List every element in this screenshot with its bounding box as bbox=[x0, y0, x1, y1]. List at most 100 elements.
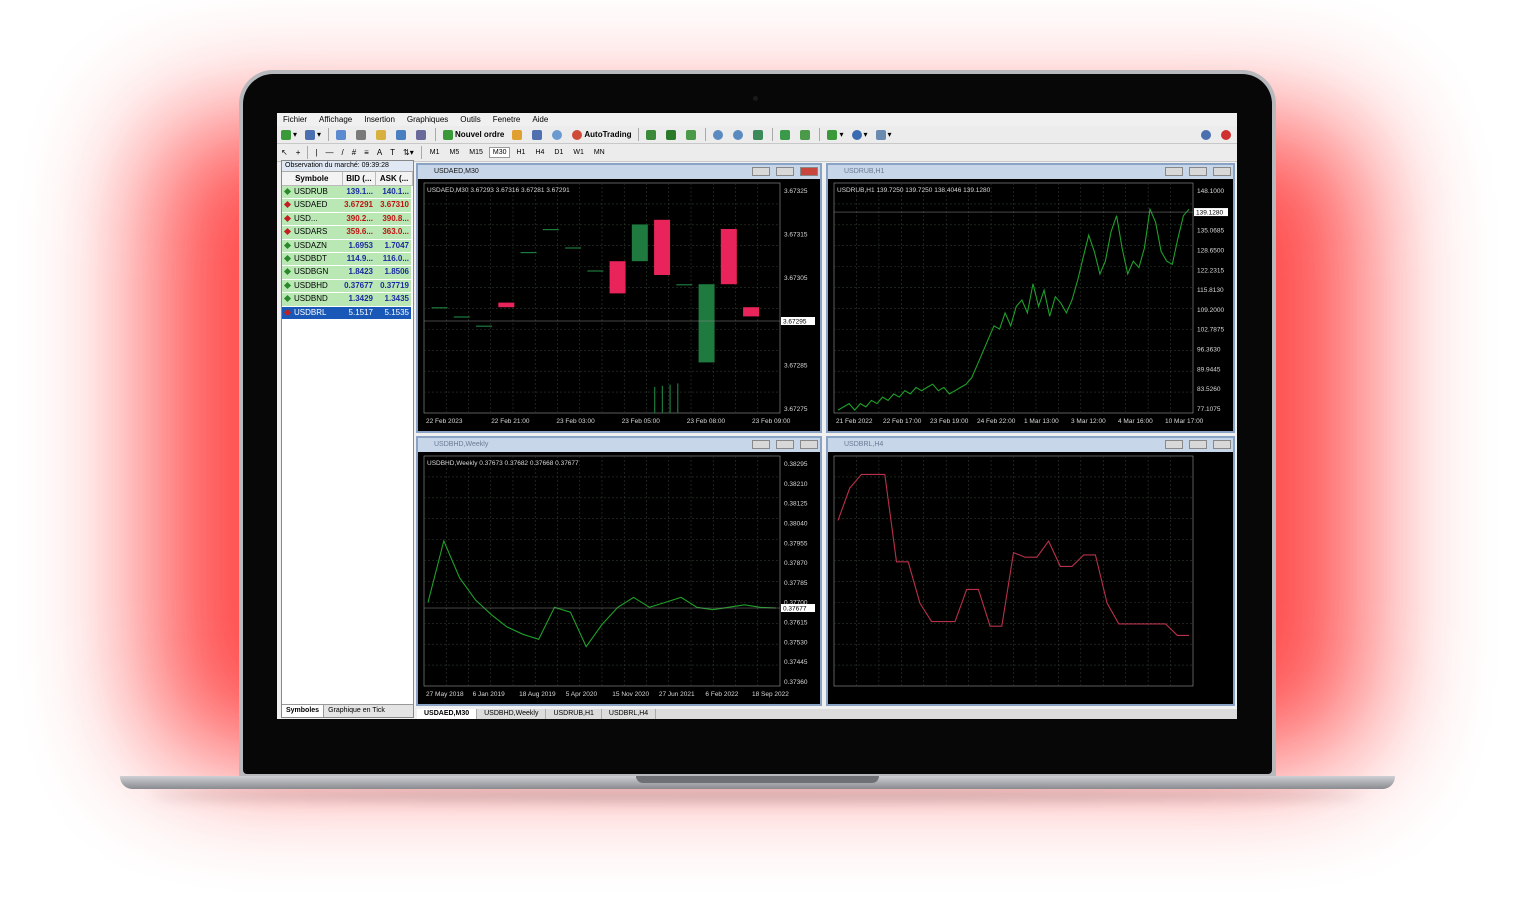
candle bbox=[520, 252, 537, 254]
horizontal-line-tool[interactable]: — bbox=[323, 146, 335, 159]
menu-graphiques[interactable]: Graphiques bbox=[401, 115, 454, 124]
candles-icon bbox=[666, 129, 677, 140]
usdaed-chart-canvas[interactable]: USDAED,M30 3.67293 3.67316 3.67281 3.672… bbox=[418, 179, 820, 431]
timeframe-w1[interactable]: W1 bbox=[569, 147, 588, 158]
metaeditor-button[interactable] bbox=[510, 128, 526, 141]
close-button[interactable] bbox=[800, 440, 818, 449]
timeframe-m30[interactable]: M30 bbox=[488, 147, 511, 158]
bid-cell: 3.67291 bbox=[342, 199, 375, 212]
timeframe-mn[interactable]: MN bbox=[590, 147, 609, 158]
menu-outils[interactable]: Outils bbox=[454, 115, 486, 124]
menu-insertion[interactable]: Insertion bbox=[358, 115, 401, 124]
channel-tool[interactable]: # bbox=[350, 146, 358, 159]
vertical-line-tool[interactable]: | bbox=[313, 146, 319, 159]
chart-window-usdbhd[interactable]: USDBHD,Weekly USDBHD,Weekly 0.37673 0.37… bbox=[416, 436, 822, 706]
symbol-cell: USD... bbox=[282, 212, 342, 226]
menu-aide[interactable]: Aide bbox=[526, 115, 554, 124]
strategy-tester-toggle[interactable] bbox=[414, 128, 430, 141]
line-chart-button[interactable] bbox=[684, 128, 700, 141]
chart-window-title: USDAED,M30 bbox=[418, 165, 820, 179]
profiles-button[interactable]: ▾ bbox=[303, 128, 323, 141]
timeframe-h4[interactable]: H4 bbox=[531, 147, 548, 158]
market-watch-row[interactable]: USDBDT 114.9... 116.0... bbox=[282, 252, 413, 267]
chart-window-usdbrl[interactable]: USDBRL,H4 bbox=[826, 436, 1235, 706]
tab-symboles[interactable]: Symboles bbox=[282, 705, 325, 717]
menu-fenetre[interactable]: Fenetre bbox=[487, 115, 527, 124]
menu-fichier[interactable]: Fichier bbox=[277, 115, 313, 124]
zoom-in-button[interactable] bbox=[711, 128, 727, 141]
market-watch-row[interactable]: USDRUB 139.1... 140.1... bbox=[282, 186, 413, 200]
chart-info: USDAED,M30 3.67293 3.67316 3.67281 3.672… bbox=[427, 187, 570, 194]
text-tool[interactable]: A bbox=[375, 146, 384, 159]
minimize-button[interactable] bbox=[1165, 167, 1183, 176]
notifications-button[interactable] bbox=[1219, 128, 1235, 141]
maximize-button[interactable] bbox=[776, 440, 794, 449]
auto-scroll-button[interactable] bbox=[778, 128, 794, 141]
signals-button[interactable] bbox=[530, 128, 546, 141]
globe-button[interactable] bbox=[550, 128, 566, 141]
chart-tab-usdbrl[interactable]: USDBRL,H4 bbox=[602, 709, 657, 719]
navigator-toggle[interactable] bbox=[374, 128, 390, 141]
timeframe-m5[interactable]: M5 bbox=[446, 147, 464, 158]
market-watch-toggle[interactable] bbox=[334, 128, 350, 141]
market-watch-row[interactable]: USDBHD 0.37677 0.37719 bbox=[282, 279, 413, 294]
zoom-out-button[interactable] bbox=[731, 128, 747, 141]
timeframe-m1[interactable]: M1 bbox=[426, 147, 444, 158]
menu-affichage[interactable]: Affichage bbox=[313, 115, 358, 124]
column-ask[interactable]: ASK (... bbox=[376, 172, 413, 185]
y-tick-label: 0.37615 bbox=[784, 620, 808, 627]
close-button[interactable] bbox=[800, 167, 818, 176]
market-watch-row[interactable]: USDAED 3.67291 3.67310 bbox=[282, 199, 413, 213]
chart-shift-button[interactable] bbox=[798, 128, 814, 141]
tab-tick-chart[interactable]: Graphique en Tick bbox=[324, 705, 389, 717]
terminal-toggle[interactable] bbox=[394, 128, 410, 141]
tile-windows-button[interactable] bbox=[751, 128, 767, 141]
maximize-button[interactable] bbox=[1189, 440, 1207, 449]
timeframe-h1[interactable]: H1 bbox=[512, 147, 529, 158]
chart-tab-usdrub[interactable]: USDRUB,H1 bbox=[546, 709, 602, 719]
market-watch-row[interactable]: USDAZN 1.6953 1.7047 bbox=[282, 239, 413, 253]
y-tick-label: 0.37530 bbox=[784, 639, 808, 646]
chart-tab-usdbhd[interactable]: USDBHD,Weekly bbox=[477, 709, 547, 719]
timeframe-m15[interactable]: M15 bbox=[465, 147, 487, 158]
column-symbol[interactable]: Symbole bbox=[282, 172, 343, 185]
periods-button[interactable]: ▾ bbox=[850, 128, 870, 141]
bar-chart-button[interactable] bbox=[644, 128, 660, 141]
usdbrl-chart-canvas[interactable] bbox=[828, 452, 1233, 704]
fibonacci-tool[interactable]: ≡ bbox=[362, 146, 371, 159]
maximize-button[interactable] bbox=[1189, 167, 1207, 176]
crosshair-tool[interactable]: + bbox=[294, 146, 303, 159]
minimize-button[interactable] bbox=[752, 167, 770, 176]
chart-window-usdaed[interactable]: USDAED,M30 USDAED,M30 3.67293 3.67316 3.… bbox=[416, 163, 822, 433]
chart-background bbox=[828, 452, 1233, 704]
new-chart-button[interactable]: ▾ bbox=[279, 128, 299, 141]
usdrub-chart-canvas[interactable]: USDRUB,H1 139.7250 139.7250 138.4046 139… bbox=[828, 179, 1233, 431]
label-tool[interactable]: T bbox=[388, 146, 397, 159]
close-button[interactable] bbox=[1213, 167, 1231, 176]
autotrading-button[interactable]: AutoTrading bbox=[570, 128, 633, 141]
minimize-button[interactable] bbox=[752, 440, 770, 449]
templates-button[interactable]: ▾ bbox=[874, 128, 894, 141]
symbol-cell: USDAZN bbox=[282, 239, 342, 252]
trendline-tool[interactable]: / bbox=[339, 146, 345, 159]
candle-chart-button[interactable] bbox=[664, 128, 680, 141]
new-order-button[interactable]: Nouvel ordre bbox=[441, 128, 506, 141]
chart-tab-usdaed[interactable]: USDAED,M30 bbox=[417, 709, 478, 719]
indicators-button[interactable]: ▾ bbox=[825, 128, 845, 141]
data-window-toggle[interactable] bbox=[354, 128, 370, 141]
cursor-tool[interactable]: ↖ bbox=[279, 146, 290, 159]
minimize-button[interactable] bbox=[1165, 440, 1183, 449]
column-bid[interactable]: BID (... bbox=[343, 172, 377, 185]
arrows-tool[interactable]: ⇅▾ bbox=[401, 146, 416, 159]
chart-window-usdrub[interactable]: USDRUB,H1 USDRUB,H1 139.7250 139.7250 13… bbox=[826, 163, 1235, 433]
market-watch-row[interactable]: USDBGN 1.8423 1.8506 bbox=[282, 266, 413, 280]
usdbhd-chart-canvas[interactable]: USDBHD,Weekly 0.37673 0.37682 0.37668 0.… bbox=[418, 452, 820, 704]
timeframe-d1[interactable]: D1 bbox=[550, 147, 567, 158]
search-button[interactable] bbox=[1199, 128, 1215, 141]
maximize-button[interactable] bbox=[776, 167, 794, 176]
market-watch-row[interactable]: USDBRL 5.1517 5.1535 bbox=[282, 306, 413, 320]
market-watch-row[interactable]: USD... 390.2... 390.8... bbox=[282, 212, 413, 227]
market-watch-row[interactable]: USDARS 359.6... 363.0... bbox=[282, 226, 413, 240]
market-watch-row[interactable]: USDBND 1.3429 1.3435 bbox=[282, 293, 413, 307]
close-button[interactable] bbox=[1213, 440, 1231, 449]
